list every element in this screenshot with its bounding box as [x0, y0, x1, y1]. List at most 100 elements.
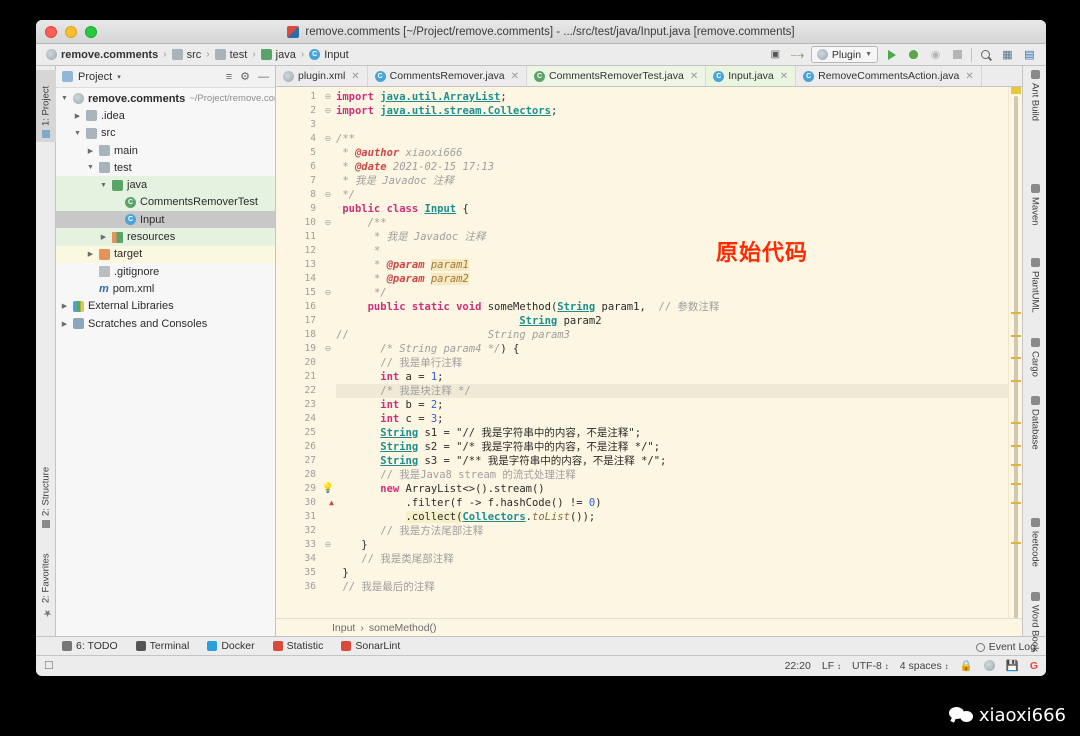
line-number[interactable]: 13	[276, 258, 320, 272]
right-tool-tab-leetcode[interactable]: leetcode	[1023, 518, 1046, 586]
code-line[interactable]: */	[336, 188, 1008, 202]
save-icon[interactable]: 💾	[1006, 659, 1019, 672]
code-line[interactable]: import java.util.ArrayList;	[336, 90, 1008, 104]
sidebar-item-structure[interactable]: 2: Structure	[36, 450, 56, 532]
bottom-tool-window-bar[interactable]: 6: TODO Terminal Docker Statistic SonarLint	[36, 636, 1046, 655]
fold-marker[interactable]	[320, 580, 336, 594]
fold-marker[interactable]	[320, 524, 336, 538]
breadcrumb-item-src[interactable]: src	[168, 46, 206, 64]
tree-node-commentsremovertest[interactable]: C CommentsRemoverTest	[56, 193, 275, 212]
tree-node-scratches-and-consoles[interactable]: ▶ Scratches and Consoles	[56, 315, 275, 332]
code-line[interactable]: /* String param4 */) {	[336, 342, 1008, 356]
line-number[interactable]: 22	[276, 384, 320, 398]
code-line[interactable]: .collect(Collectors.toList());	[336, 510, 1008, 524]
run-configuration-selector[interactable]: Plugin ▼	[810, 46, 878, 63]
tool-window-docker[interactable]: Docker	[207, 640, 255, 652]
fold-marker[interactable]	[320, 174, 336, 188]
fold-marker[interactable]: ⊖	[320, 90, 336, 104]
fold-marker[interactable]	[320, 384, 336, 398]
line-number[interactable]: 32	[276, 524, 320, 538]
tree-node-main[interactable]: ▶ main	[56, 142, 275, 159]
editor-tab-commentsremovertest-java[interactable]: C CommentsRemoverTest.java ✕	[527, 66, 707, 86]
run-icon[interactable]	[883, 46, 900, 63]
sidebar-item-favorites[interactable]: ★ 2: Favorites	[36, 536, 56, 622]
breadcrumb-item-input[interactable]: C Input	[305, 46, 352, 64]
project-tree[interactable]: ▼ remove.comments ~/Project/remove.cor ▶ .id…	[56, 88, 275, 636]
tree-node--idea[interactable]: ▶ .idea	[56, 107, 275, 124]
right-tool-tab-cargo[interactable]: Cargo	[1023, 338, 1046, 388]
code-line[interactable]: // 我是Java8 stream 的流式处理注释	[336, 468, 1008, 482]
fold-marker[interactable]: ⊖	[320, 104, 336, 118]
project-structure-icon[interactable]: ▣	[767, 46, 784, 63]
debug-icon[interactable]	[905, 46, 922, 63]
project-settings-icon[interactable]: ▦	[999, 46, 1016, 63]
line-number[interactable]: 9	[276, 202, 320, 216]
fold-marker[interactable]	[320, 510, 336, 524]
code-line[interactable]: // 我是类尾部注释	[336, 552, 1008, 566]
tree-node-pom-xml[interactable]: m pom.xml	[56, 280, 275, 297]
search-icon[interactable]: ▤	[1021, 46, 1038, 63]
fold-marker[interactable]	[320, 230, 336, 244]
tree-expand-arrow[interactable]: ▼	[73, 130, 82, 137]
code-line[interactable]: *	[336, 244, 1008, 258]
tree-node-external-libraries[interactable]: ▶ External Libraries	[56, 298, 275, 315]
code-line[interactable]: String s3 = "/** 我是字符串中的内容，不是注释 */";	[336, 454, 1008, 468]
intention-bulb-icon[interactable]: 💡	[322, 482, 334, 496]
fold-marker[interactable]	[320, 398, 336, 412]
tree-expand-arrow[interactable]: ▶	[73, 112, 82, 120]
code-content[interactable]: import java.util.ArrayList; import java.u…	[336, 87, 1008, 618]
code-line[interactable]: int b = 2;	[336, 398, 1008, 412]
fold-marker[interactable]	[320, 202, 336, 216]
line-number[interactable]: 30 ▲	[276, 496, 334, 510]
event-log-button[interactable]: Event Log	[975, 641, 1036, 653]
code-line[interactable]: String s1 = "// 我是字符串中的内容，不是注释";	[336, 426, 1008, 440]
line-number[interactable]: 21	[276, 370, 320, 384]
tool-window-terminal[interactable]: Terminal	[135, 640, 189, 652]
hide-icon[interactable]: —	[258, 71, 269, 83]
line-number[interactable]: 11	[276, 230, 320, 244]
minimize-button[interactable]	[65, 26, 77, 38]
editor-marker-strip[interactable]	[1008, 87, 1022, 618]
code-line[interactable]: /**	[336, 132, 1008, 146]
fold-marker[interactable]	[320, 440, 336, 454]
tool-window-6-todo[interactable]: 6: TODO	[62, 640, 118, 652]
line-number[interactable]: 28	[276, 468, 320, 482]
tree-expand-arrow[interactable]: ▶	[60, 320, 69, 328]
sidebar-item-project[interactable]: 1: Project	[36, 70, 56, 142]
line-number[interactable]: 6	[276, 160, 320, 174]
line-number[interactable]: 5	[276, 146, 320, 160]
fold-marker[interactable]	[320, 370, 336, 384]
line-number[interactable]: 31	[276, 510, 320, 524]
close-icon[interactable]: ✕	[511, 71, 519, 82]
right-tool-tab-maven[interactable]: Maven	[1023, 184, 1046, 242]
window-controls[interactable]	[45, 26, 97, 38]
code-line[interactable]: // 我是最后的注释	[336, 580, 1008, 594]
line-separator-widget[interactable]: LF ↕	[822, 660, 841, 672]
fold-marker[interactable]	[320, 146, 336, 160]
tree-expand-arrow[interactable]: ▼	[99, 182, 108, 189]
code-line[interactable]: * 我是 Javadoc 注释	[336, 230, 1008, 244]
code-line[interactable]: int c = 3;	[336, 412, 1008, 426]
line-number[interactable]: 2	[276, 104, 320, 118]
tree-expand-arrow[interactable]: ▼	[60, 95, 69, 102]
line-number[interactable]: 36	[276, 580, 320, 594]
editor-tab-input-java[interactable]: C Input.java ✕	[706, 66, 797, 86]
fold-marker[interactable]	[320, 118, 336, 132]
fold-marker[interactable]	[320, 454, 336, 468]
line-number[interactable]: 26	[276, 440, 320, 454]
close-icon[interactable]: ✕	[780, 71, 788, 82]
fold-gutter[interactable]: ⊖ ⊖ ⊖ ⊖ ⊖ ⊖ ⊖ ⊖	[320, 87, 336, 618]
maximize-button[interactable]	[85, 26, 97, 38]
close-icon[interactable]: ✕	[965, 71, 973, 82]
line-number[interactable]: 34	[276, 552, 320, 566]
tree-node-test[interactable]: ▼ test	[56, 159, 275, 176]
tree-node-src[interactable]: ▼ src	[56, 125, 275, 142]
tool-window-sonarlint[interactable]: SonarLint	[341, 640, 400, 652]
code-line[interactable]: /* 我是块注释 */	[336, 384, 1008, 398]
tree-node--gitignore[interactable]: .gitignore	[56, 263, 275, 280]
code-line[interactable]: public class Input {	[336, 202, 1008, 216]
code-line[interactable]: }	[336, 538, 1008, 552]
line-number[interactable]: 24	[276, 412, 320, 426]
code-line[interactable]: */	[336, 286, 1008, 300]
line-number[interactable]: 7	[276, 174, 320, 188]
